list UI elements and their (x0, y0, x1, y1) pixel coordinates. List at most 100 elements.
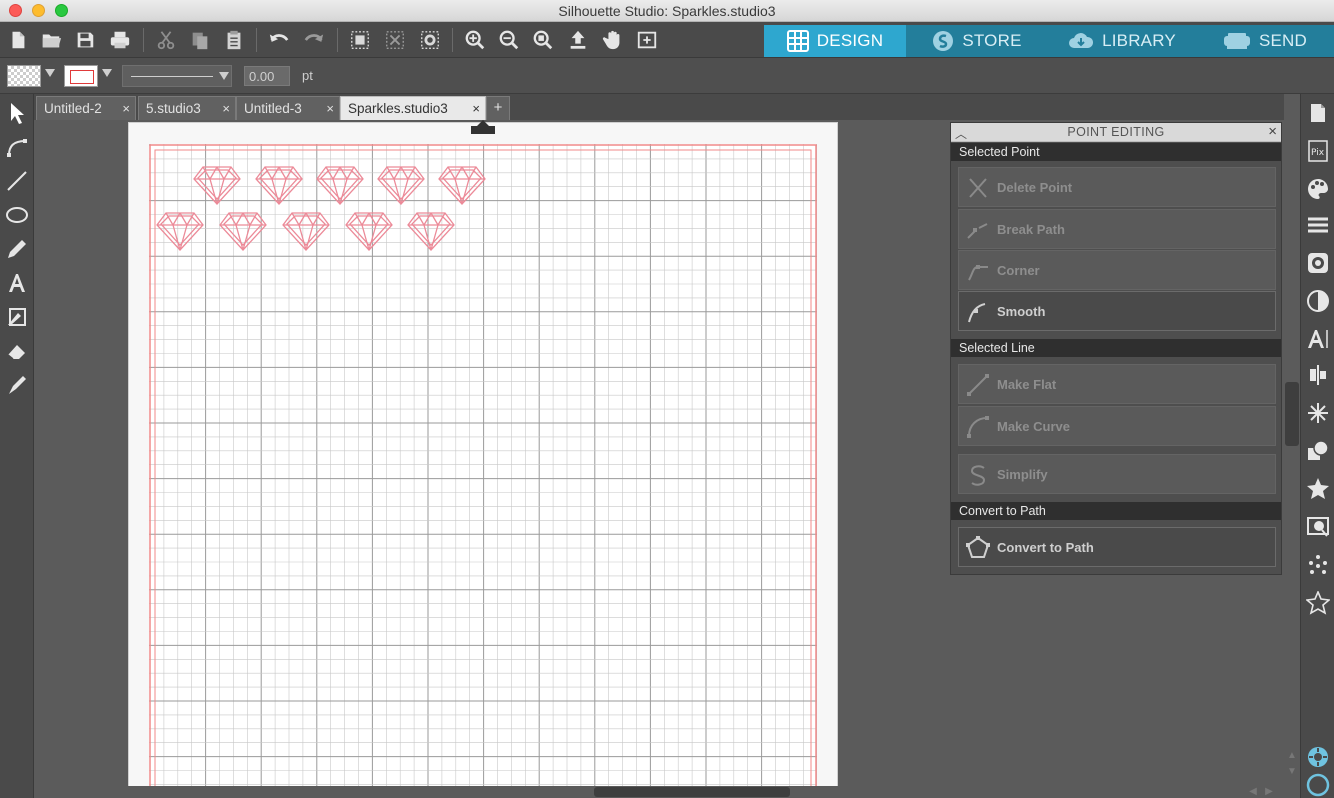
horizontal-scroll-thumb[interactable] (594, 787, 790, 797)
zoom-selection-icon[interactable] (529, 26, 557, 54)
fill-color-swatch[interactable] (7, 65, 41, 87)
replicate-icon[interactable] (1304, 398, 1332, 428)
make-flat-icon (967, 374, 989, 396)
panel-title: POINT EDITING (1067, 125, 1165, 139)
open-folder-icon[interactable] (37, 26, 65, 54)
trace-icon[interactable] (1304, 512, 1332, 542)
group-icon[interactable] (346, 26, 374, 54)
ungroup-icon[interactable] (381, 26, 409, 54)
cutting-mat-handle-icon[interactable] (468, 120, 498, 134)
page-setup-icon[interactable] (1304, 98, 1332, 128)
vertical-scroll-thumb[interactable] (1285, 382, 1299, 446)
add-tab-button[interactable]: + (486, 96, 510, 120)
vertical-scrollbar[interactable]: ▲ ▼ (1284, 94, 1300, 786)
zoom-in-icon[interactable] (461, 26, 489, 54)
mat-grid (149, 144, 817, 786)
fill-dropdown-arrow-icon[interactable] (45, 69, 55, 77)
make-curve-button[interactable]: Make Curve (958, 406, 1276, 446)
delete-point-button[interactable]: Delete Point (958, 167, 1276, 207)
fill-pattern-icon[interactable] (1304, 248, 1332, 278)
break-path-button[interactable]: Break Path (958, 209, 1276, 249)
line-tool-icon[interactable] (3, 166, 31, 196)
save-icon[interactable] (71, 26, 99, 54)
select-tool-icon[interactable] (3, 98, 31, 128)
tab-untitled-2[interactable]: Untitled-2 × (36, 96, 136, 120)
delete-x-icon (969, 178, 987, 198)
horizontal-scrollbar[interactable]: ◀ ▶ (34, 786, 1300, 798)
title-bar: Silhouette Studio: Sparkles.studio3 (0, 0, 1334, 22)
simplify-s-icon (970, 465, 986, 486)
new-document-icon[interactable] (4, 26, 32, 54)
help-icon[interactable] (1304, 770, 1332, 798)
knife-tool-icon[interactable] (3, 370, 31, 400)
silhouette-store-icon (933, 31, 954, 51)
grid-icon (786, 30, 809, 52)
smooth-button[interactable]: Smooth (958, 291, 1276, 331)
make-flat-button[interactable]: Make Flat (958, 364, 1276, 404)
line-style-dropdown-arrow-icon (219, 72, 229, 80)
library-tab-label: LIBRARY (1102, 31, 1176, 50)
print-icon[interactable] (106, 26, 134, 54)
draw-pencil-tool-icon[interactable] (3, 234, 31, 264)
paint-fill-tool-icon[interactable] (3, 302, 31, 332)
add-page-icon[interactable] (633, 26, 661, 54)
cut-icon[interactable] (152, 26, 180, 54)
smooth-icon (968, 303, 986, 323)
pentagon-path-icon (966, 536, 990, 558)
left-tool-strip (0, 94, 34, 798)
send-tab[interactable]: SEND (1196, 25, 1334, 57)
close-tab-icon[interactable]: × (472, 101, 480, 116)
settings-gear-icon[interactable] (1304, 742, 1332, 772)
corner-button[interactable]: Corner (958, 250, 1276, 290)
transparency-icon[interactable] (1304, 286, 1332, 316)
release-compound-icon[interactable] (416, 26, 444, 54)
copy-icon[interactable] (186, 26, 214, 54)
line-style-select[interactable] (122, 65, 232, 87)
star-outline-icon[interactable] (1304, 588, 1332, 618)
simplify-button[interactable]: Simplify (958, 454, 1276, 494)
close-tab-icon[interactable]: × (122, 101, 130, 116)
offset-star-icon[interactable] (1304, 474, 1332, 504)
undo-icon[interactable] (265, 26, 293, 54)
cutter-machine-icon (1223, 33, 1250, 49)
eraser-tool-icon[interactable] (3, 336, 31, 366)
close-tab-icon[interactable]: × (326, 101, 334, 116)
section-selected-point: Selected Point (951, 143, 1281, 161)
ellipse-tool-icon[interactable] (3, 200, 31, 230)
paste-icon[interactable] (220, 26, 248, 54)
panel-close-icon[interactable]: × (1268, 123, 1277, 140)
line-color-swatch[interactable] (64, 65, 98, 87)
scroll-left-arrow-icon[interactable]: ◀ (1246, 786, 1260, 798)
panel-header[interactable]: ︿ POINT EDITING × (951, 123, 1281, 142)
line-weight-unit: pt (302, 68, 313, 83)
line-color-dropdown-arrow-icon[interactable] (102, 69, 112, 77)
document-tabs: Untitled-2 × 5.studio3 × Untitled-3 × Sp… (34, 94, 1284, 120)
convert-to-path-button[interactable]: Convert to Path (958, 527, 1276, 567)
scroll-right-arrow-icon[interactable]: ▶ (1262, 786, 1276, 798)
text-style-icon[interactable] (1304, 324, 1332, 354)
tab-5-studio3[interactable]: 5.studio3 × (138, 96, 236, 120)
store-tab[interactable]: STORE (906, 25, 1048, 57)
modify-shapes-icon[interactable] (1304, 436, 1332, 466)
line-style-icon[interactable] (1304, 210, 1332, 240)
cutting-mat[interactable] (149, 144, 817, 786)
pan-hand-icon[interactable] (599, 26, 627, 54)
tab-untitled-3[interactable]: Untitled-3 × (236, 96, 340, 120)
line-weight-input[interactable]: 0.00 (244, 66, 290, 86)
store-tab-label: STORE (962, 31, 1022, 50)
zoom-out-icon[interactable] (495, 26, 523, 54)
fit-to-page-icon[interactable] (564, 26, 592, 54)
text-tool-icon[interactable] (3, 268, 31, 298)
redo-icon[interactable] (300, 26, 328, 54)
design-tab[interactable]: DESIGN (764, 25, 906, 57)
sketch-dots-icon[interactable] (1304, 550, 1332, 580)
align-icon[interactable] (1304, 360, 1332, 390)
point-edit-tool-icon[interactable] (3, 132, 31, 162)
scroll-up-arrow-icon[interactable]: ▲ (1284, 750, 1300, 764)
close-tab-icon[interactable]: × (222, 101, 230, 116)
library-tab[interactable]: LIBRARY (1048, 25, 1196, 57)
tab-sparkles-studio3[interactable]: Sparkles.studio3 × (340, 96, 486, 120)
scroll-down-arrow-icon[interactable]: ▼ (1284, 766, 1300, 780)
fill-color-palette-icon[interactable] (1304, 174, 1332, 204)
pixscan-icon[interactable]: Pix (1304, 136, 1332, 166)
